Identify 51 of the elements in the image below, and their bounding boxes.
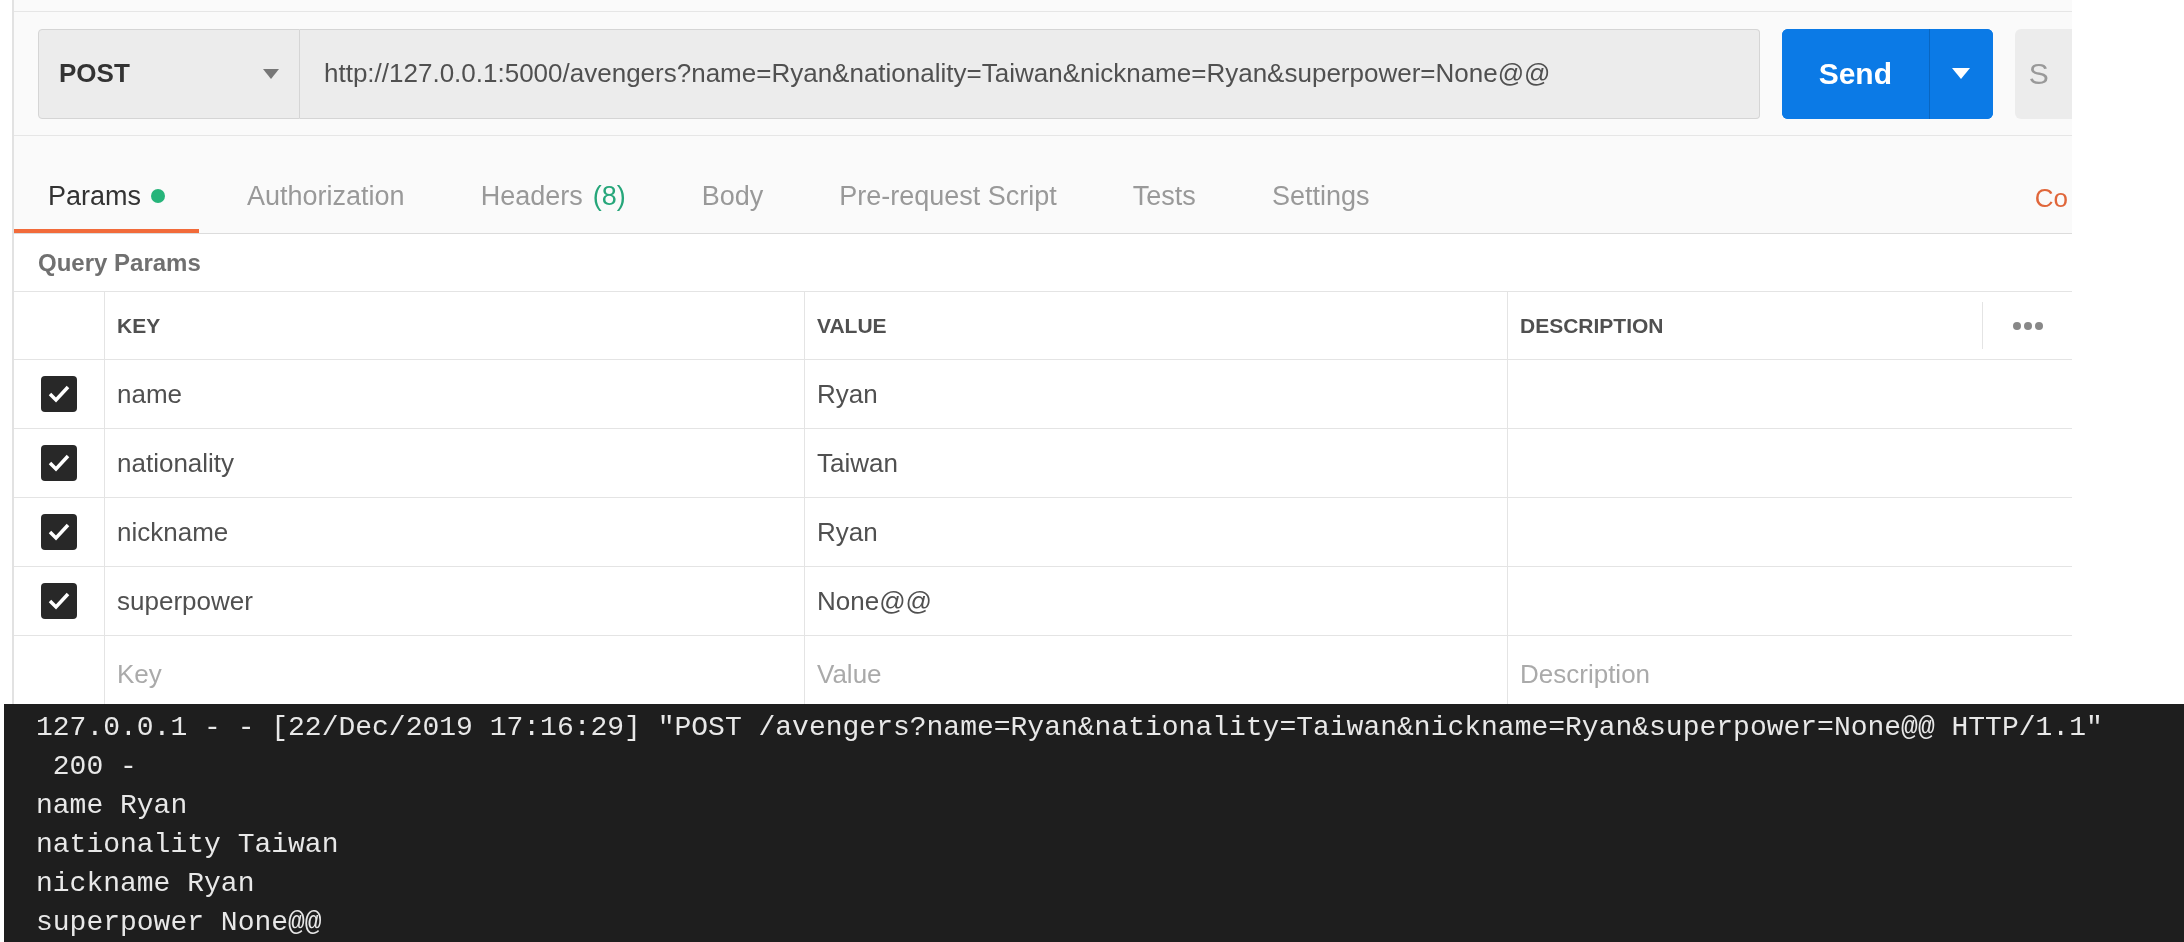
table-cell-text: Ryan (817, 377, 878, 411)
tab-label: Params (48, 179, 142, 213)
column-header: VALUE (817, 312, 887, 339)
placeholder-text[interactable]: Value (817, 654, 882, 694)
checkbox[interactable] (41, 583, 77, 619)
link[interactable]: Co (2034, 163, 2068, 233)
tab-label: Body (701, 179, 764, 213)
terminal-line: 127.0.0.1 - - [22/Dec/2019 17:16:29] "POST /avengers?name=Ryan&nationality=Taiwan&nickname=Ryan&superpower=None@@ HTTP/1.1" (36, 711, 2104, 745)
checkmark-icon (47, 591, 71, 611)
checkmark-icon (47, 453, 71, 473)
table-cell-text: nationality (117, 446, 235, 480)
tab-label: Authorization (247, 179, 405, 213)
checkbox[interactable] (41, 445, 77, 481)
count-label: (8) (592, 179, 626, 213)
placeholder-text[interactable]: Description (1520, 654, 1651, 694)
table-cell-text: superpower (117, 584, 253, 618)
column-header: DESCRIPTION (1520, 312, 1664, 339)
tab[interactable]: Body (677, 163, 788, 233)
tab-label: Tests (1132, 179, 1196, 213)
caret-icon (263, 68, 279, 79)
table-cell-text: Ryan (817, 515, 878, 549)
section-title: Query Params (38, 247, 201, 278)
terminal-line: nationality Taiwan (36, 828, 340, 862)
terminal-line: 200 - (51, 750, 138, 784)
tab-label: Pre-request Script (839, 179, 1057, 213)
tab[interactable]: Settings (1247, 163, 1394, 233)
send-dropdown-button[interactable] (1928, 28, 1993, 119)
more-icon[interactable] (2012, 321, 2043, 330)
terminal-line: superpower None@@ (36, 906, 323, 940)
terminal-line: name Ryan (36, 789, 189, 823)
tab[interactable]: Tests (1108, 163, 1220, 233)
placeholder-text[interactable]: Key (117, 654, 162, 694)
checkmark-icon (47, 384, 71, 404)
checkbox[interactable] (41, 376, 77, 412)
terminal-line: nickname Ryan (36, 867, 256, 901)
table-cell-text: None@@ (817, 584, 932, 618)
tab[interactable]: Headers (8) (456, 163, 650, 233)
table-cell-text: name (117, 377, 183, 411)
method-dropdown[interactable]: POST (38, 28, 300, 119)
save-button[interactable]: S (2014, 28, 2072, 119)
table-cell-text: Taiwan (817, 446, 898, 480)
tab[interactable]: Authorization (223, 163, 429, 233)
tab[interactable]: Pre-request Script (815, 163, 1081, 233)
caret-icon (1952, 68, 1971, 79)
column-header: KEY (117, 312, 161, 339)
tab-label: Headers (480, 179, 583, 213)
url-field[interactable]: http://127.0.0.1:5000/avengers?name=Ryan&nationality=Taiwan&nickname=Ryan&superpower=None@@ (300, 28, 1760, 119)
checkmark-icon (47, 522, 71, 542)
table-cell-text: nickname (117, 515, 229, 549)
checkbox[interactable] (41, 514, 77, 550)
tab-label: Settings (1271, 179, 1370, 213)
